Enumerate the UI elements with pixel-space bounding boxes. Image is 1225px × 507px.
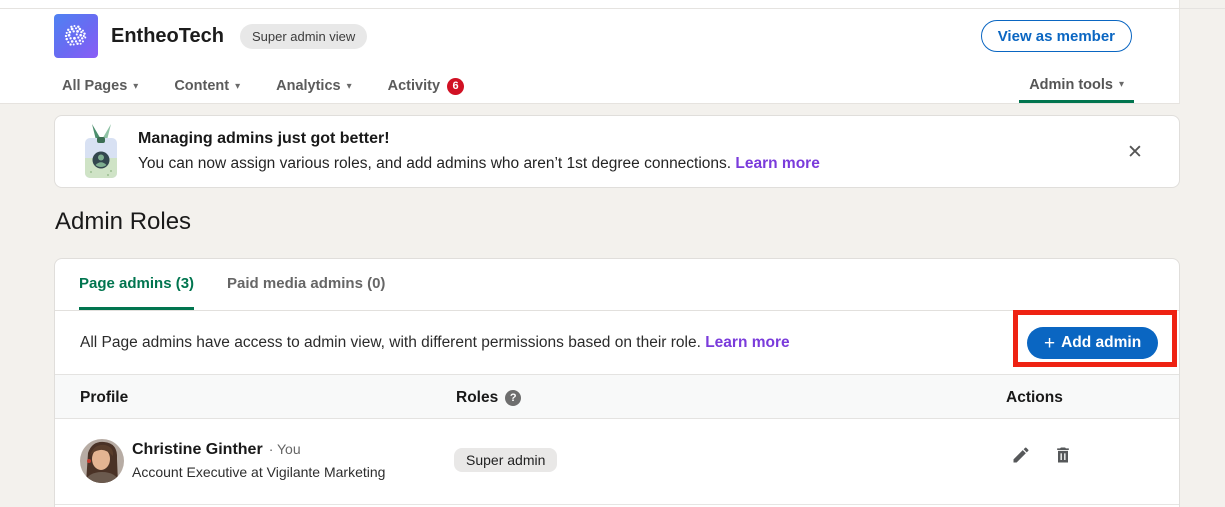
- pencil-icon: [1013, 447, 1029, 463]
- table-row: Christine Ginther · You Account Executiv…: [55, 419, 1179, 505]
- page-section-title: Admin Roles: [55, 208, 192, 235]
- admin-nav: All Pages ▾ Content ▾ Analytics ▾ Activi…: [62, 69, 465, 103]
- column-header-roles: Roles ?: [456, 375, 522, 420]
- role-badge: Super admin: [454, 448, 558, 472]
- nav-item-label: Analytics: [276, 78, 341, 94]
- page-header: EntheoTech Super admin view View as memb…: [0, 0, 1180, 104]
- banner-body-text: You can now assign various roles, and ad…: [138, 155, 736, 172]
- profile-photo: [80, 439, 124, 483]
- help-icon[interactable]: ?: [505, 389, 522, 406]
- admins-description: All Page admins have access to admin vie…: [80, 334, 790, 352]
- nav-item-analytics[interactable]: Analytics ▾: [276, 69, 352, 103]
- tab-page-admins[interactable]: Page admins (3): [79, 259, 195, 310]
- nav-item-label: Admin tools: [1029, 76, 1113, 93]
- nav-item-content[interactable]: Content ▾: [174, 69, 240, 103]
- trash-icon: [1057, 447, 1069, 463]
- super-admin-view-badge: Super admin view: [239, 23, 368, 49]
- profile-text-block: Christine Ginther · You Account Executiv…: [132, 441, 385, 480]
- banner-title: Managing admins just got better!: [138, 130, 390, 147]
- nav-item-activity[interactable]: Activity 6: [387, 69, 465, 103]
- nav-item-admin-tools[interactable]: Admin tools ▾: [1019, 69, 1134, 103]
- id-badge-icon: [85, 124, 117, 178]
- chevron-down-icon: ▾: [133, 80, 139, 92]
- column-header-profile: Profile: [80, 388, 129, 406]
- admins-description-row: All Page admins have access to admin vie…: [55, 311, 1179, 374]
- chevron-down-icon: ▾: [346, 80, 352, 92]
- plus-icon: +: [1044, 332, 1056, 354]
- row-actions: [1011, 445, 1073, 465]
- add-admin-label: Add admin: [1061, 334, 1142, 351]
- delete-admin-button[interactable]: [1053, 445, 1073, 465]
- tab-paid-media-admins[interactable]: Paid media admins (0): [227, 259, 385, 310]
- admins-learn-more-link[interactable]: Learn more: [705, 334, 789, 351]
- admin-roles-card: Page admins (3) Paid media admins (0) Al…: [54, 258, 1180, 507]
- nav-item-label: Activity: [387, 78, 441, 94]
- chevron-down-icon: ▾: [235, 80, 241, 92]
- admin-tabs: Page admins (3) Paid media admins (0): [55, 259, 1179, 311]
- window-divider: [0, 8, 1225, 9]
- you-indicator: · You: [268, 441, 301, 457]
- brain-icon: [64, 24, 87, 46]
- edit-admin-button[interactable]: [1011, 445, 1031, 465]
- view-as-member-button[interactable]: View as member: [980, 20, 1132, 52]
- admins-table-header: Profile Roles ? Actions: [55, 374, 1179, 419]
- banner-body: You can now assign various roles, and ad…: [138, 155, 820, 173]
- add-admin-button[interactable]: + Add admin: [1027, 327, 1159, 359]
- nav-item-all-pages[interactable]: All Pages ▾: [62, 69, 138, 103]
- admin-name[interactable]: Christine Ginther: [132, 441, 263, 459]
- banner-text-block: Managing admins just got better! You can…: [138, 130, 820, 173]
- chevron-down-icon: ▾: [1118, 79, 1124, 90]
- banner-learn-more-link[interactable]: Learn more: [735, 155, 819, 172]
- page-identity: EntheoTech Super admin view: [54, 14, 368, 58]
- page-title-company: EntheoTech: [111, 24, 224, 47]
- nav-item-label: All Pages: [62, 78, 128, 94]
- announcement-banner: Managing admins just got better! You can…: [54, 115, 1180, 188]
- notification-count-badge: 6: [447, 77, 465, 95]
- column-header-actions: Actions: [1006, 388, 1063, 406]
- admins-description-text: All Page admins have access to admin vie…: [80, 333, 706, 351]
- nav-item-label: Content: [174, 78, 230, 94]
- close-icon[interactable]: ✕: [1121, 138, 1149, 166]
- avatar[interactable]: [80, 439, 124, 483]
- column-header-roles-label: Roles: [456, 388, 499, 406]
- company-logo[interactable]: [54, 14, 98, 58]
- admin-headline: Account Executive at Vigilante Marketing: [132, 464, 386, 480]
